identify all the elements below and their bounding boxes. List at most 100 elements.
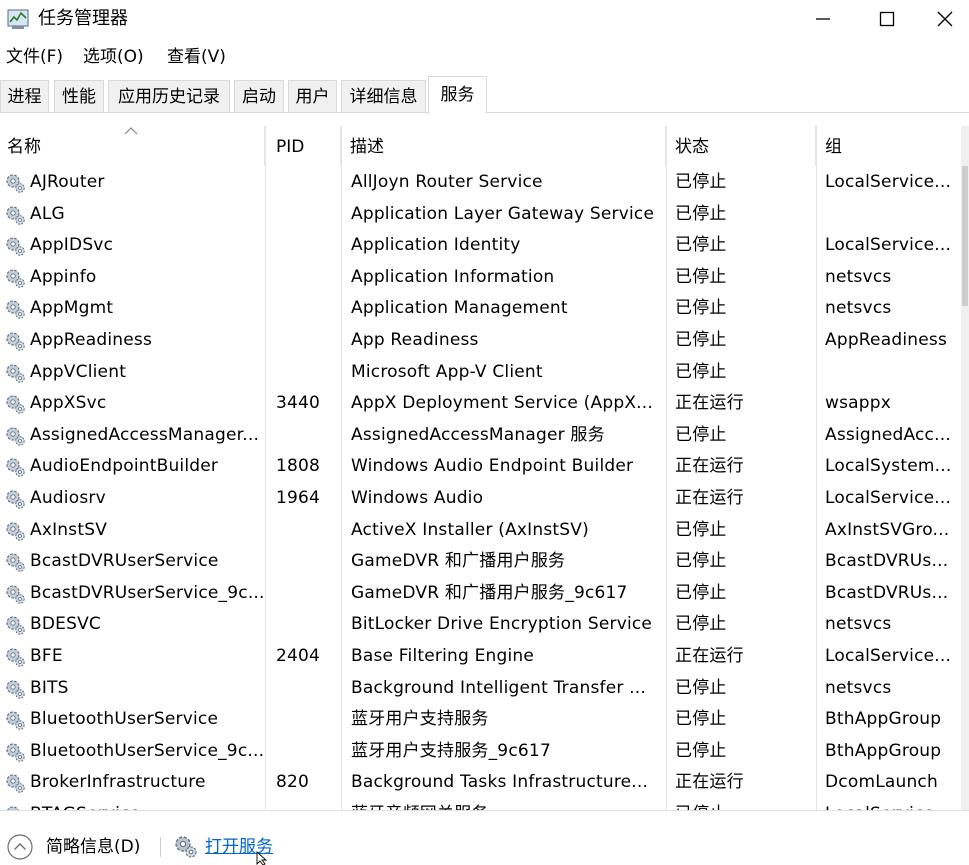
service-description: Windows Audio	[351, 483, 661, 515]
service-name: BFE	[30, 641, 264, 673]
service-status: 已停止	[675, 609, 815, 641]
service-status: 正在运行	[675, 641, 815, 673]
close-icon	[937, 11, 953, 27]
service-gear-icon	[4, 772, 26, 794]
service-group	[825, 357, 961, 389]
table-row[interactable]: BluetoothUserService_9c...蓝牙用户支持服务_9c617…	[0, 736, 965, 768]
table-row[interactable]: BrokerInfrastructure820Background Tasks …	[0, 767, 965, 799]
mouse-cursor-icon	[254, 851, 276, 865]
service-name: BluetoothUserService_9c...	[30, 736, 264, 768]
column-header-group[interactable]: 组	[816, 126, 965, 166]
table-row[interactable]: AppVClientMicrosoft App-V Client已停止	[0, 357, 965, 389]
service-group: netsvcs	[825, 293, 961, 325]
table-row[interactable]: AppReadinessApp Readiness已停止AppReadiness	[0, 325, 965, 357]
service-name: AssignedAccessManager...	[30, 420, 264, 452]
service-description: Microsoft App-V Client	[351, 357, 661, 389]
table-row[interactable]: BcastDVRUserService_9c...GameDVR 和广播用户服务…	[0, 578, 965, 610]
fewer-details-button[interactable]: 简略信息(D)	[46, 836, 140, 858]
service-pid: 820	[276, 767, 336, 799]
table-row[interactable]: AppIDSvcApplication Identity已停止LocalServ…	[0, 230, 965, 262]
tab-services[interactable]: 服务	[428, 76, 487, 114]
table-row[interactable]: BcastDVRUserServiceGameDVR 和广播用户服务已停止Bca…	[0, 546, 965, 578]
table-row[interactable]: AppXSvc3440AppX Deployment Service (AppX…	[0, 388, 965, 420]
column-header-description[interactable]: 描述	[341, 126, 666, 166]
column-header-pid[interactable]: PID	[265, 126, 341, 166]
service-status: 已停止	[675, 230, 815, 262]
table-row[interactable]: BDESVCBitLocker Drive Encryption Service…	[0, 609, 965, 641]
service-status: 已停止	[675, 704, 815, 736]
table-row[interactable]: AxInstSVActiveX Installer (AxInstSV)已停止A…	[0, 515, 965, 547]
close-button[interactable]	[921, 0, 969, 38]
services-gear-icon	[172, 833, 198, 859]
service-group: LocalService...	[825, 483, 961, 515]
service-pid: 2404	[276, 641, 336, 673]
service-pid	[276, 799, 336, 810]
service-name: ALG	[30, 199, 264, 231]
minimize-icon	[815, 11, 831, 27]
table-row[interactable]: BFE2404Base Filtering Engine正在运行LocalSer…	[0, 641, 965, 673]
menu-options[interactable]: 选项(O)	[83, 46, 144, 68]
table-row[interactable]: AJRouterAllJoyn Router Service已停止LocalSe…	[0, 167, 965, 199]
service-status: 已停止	[675, 357, 815, 389]
service-gear-icon	[4, 520, 26, 542]
service-group: AssignedAcc...	[825, 420, 961, 452]
service-status: 正在运行	[675, 388, 815, 420]
service-group: BcastDVRUs...	[825, 546, 961, 578]
service-gear-icon	[4, 267, 26, 289]
service-group: AxInstSVGro...	[825, 515, 961, 547]
table-row[interactable]: ALGApplication Layer Gateway Service已停止	[0, 199, 965, 231]
service-group: wsappx	[825, 388, 961, 420]
service-description: 蓝牙用户支持服务	[351, 704, 661, 736]
service-group: DcomLaunch	[825, 767, 961, 799]
service-status: 已停止	[675, 167, 815, 199]
table-row[interactable]: AssignedAccessManager...AssignedAccessMa…	[0, 420, 965, 452]
tab-performance[interactable]: 性能	[54, 80, 104, 113]
table-row[interactable]: Audiosrv1964Windows Audio正在运行LocalServic…	[0, 483, 965, 515]
table-row[interactable]: AudioEndpointBuilder1808Windows Audio En…	[0, 451, 965, 483]
service-description: Background Intelligent Transfer ...	[351, 673, 661, 705]
service-group: BcastDVRUs...	[825, 578, 961, 610]
service-name: AppMgmt	[30, 293, 264, 325]
tab-users[interactable]: 用户	[288, 80, 337, 113]
service-name: AudioEndpointBuilder	[30, 451, 264, 483]
service-pid	[276, 704, 336, 736]
table-row[interactable]: AppinfoApplication Information已停止netsvcs	[0, 262, 965, 294]
title-bar: 任务管理器	[0, 0, 969, 40]
table-row[interactable]: AppMgmtApplication Management已停止netsvcs	[0, 293, 965, 325]
menu-view[interactable]: 查看(V)	[167, 46, 226, 68]
service-status: 已停止	[675, 293, 815, 325]
tab-details[interactable]: 详细信息	[341, 80, 426, 113]
minimize-button[interactable]	[793, 0, 853, 38]
service-gear-icon	[4, 614, 26, 636]
footer-separator	[160, 837, 161, 857]
service-status: 已停止	[675, 799, 815, 810]
footer-bar: 简略信息(D) 打开服务	[0, 811, 969, 865]
vertical-scrollbar[interactable]	[961, 126, 969, 810]
table-row[interactable]: BITSBackground Intelligent Transfer ...已…	[0, 673, 965, 705]
service-group: netsvcs	[825, 673, 961, 705]
chevron-up-circle-icon[interactable]	[6, 833, 34, 861]
service-group: LocalService...	[825, 230, 961, 262]
table-row[interactable]: BTAGService蓝牙音频网关服务已停止LocalService...	[0, 799, 965, 810]
service-gear-icon	[4, 298, 26, 320]
scrollbar-thumb[interactable]	[962, 166, 968, 306]
task-manager-icon	[7, 8, 31, 30]
service-status: 已停止	[675, 546, 815, 578]
maximize-button[interactable]	[857, 0, 917, 38]
service-name: BrokerInfrastructure	[30, 767, 264, 799]
column-header-name[interactable]: 名称	[0, 126, 265, 166]
service-name: BTAGService	[30, 799, 264, 810]
menu-file[interactable]: 文件(F)	[6, 46, 63, 68]
service-gear-icon	[4, 235, 26, 257]
service-gear-icon	[4, 172, 26, 194]
tab-bar: 进程 性能 应用历史记录 启动 用户 详细信息 服务	[0, 74, 969, 114]
service-pid: 3440	[276, 388, 336, 420]
service-group: netsvcs	[825, 609, 961, 641]
table-row[interactable]: BluetoothUserService蓝牙用户支持服务已停止BthAppGro…	[0, 704, 965, 736]
service-status: 已停止	[675, 673, 815, 705]
service-description: BitLocker Drive Encryption Service	[351, 609, 661, 641]
tab-app-history[interactable]: 应用历史记录	[108, 80, 230, 113]
tab-processes[interactable]: 进程	[0, 80, 49, 113]
column-header-status[interactable]: 状态	[666, 126, 816, 166]
tab-startup[interactable]: 启动	[234, 80, 284, 113]
